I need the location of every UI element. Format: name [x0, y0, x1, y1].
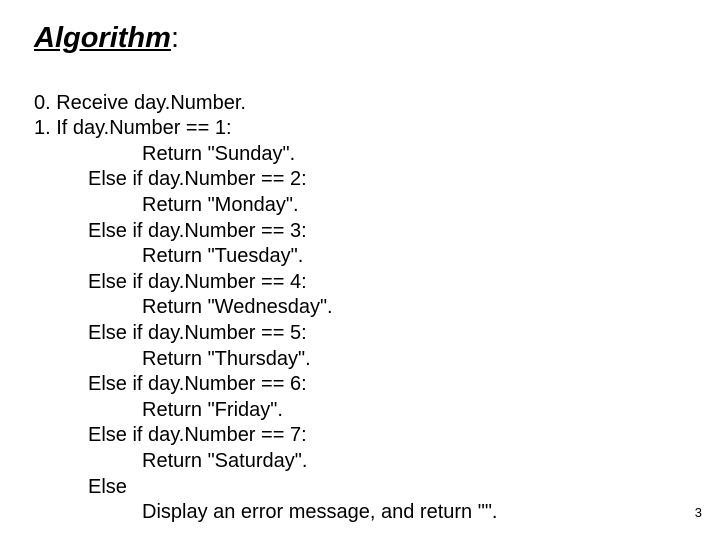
return-tuesday: Return "Tuesday". — [34, 244, 686, 270]
slide: Algorithm: 0. Receive day.Number. 1. If … — [0, 0, 720, 540]
elseif-4: Else if day.Number == 4: — [34, 270, 686, 296]
return-sunday: Return "Sunday". — [34, 142, 686, 168]
elseif-2: Else if day.Number == 2: — [34, 167, 686, 193]
return-friday: Return "Friday". — [34, 398, 686, 424]
title-colon: : — [171, 22, 179, 54]
step-0: 0. Receive day.Number. — [34, 92, 246, 114]
elseif-3: Else if day.Number == 3: — [34, 219, 686, 245]
return-saturday: Return "Saturday". — [34, 449, 686, 475]
elseif-7: Else if day.Number == 7: — [34, 423, 686, 449]
elseif-5: Else if day.Number == 5: — [34, 321, 686, 347]
elseif-6: Else if day.Number == 6: — [34, 372, 686, 398]
slide-title: Algorithm — [34, 22, 171, 54]
return-wednesday: Return "Wednesday". — [34, 295, 686, 321]
display-error: Display an error message, and return "". — [34, 500, 686, 526]
step-1-if: 1. If day.Number == 1: — [34, 117, 232, 139]
else: Else — [34, 475, 686, 501]
title-row: Algorithm: — [34, 22, 686, 55]
return-thursday: Return "Thursday". — [34, 347, 686, 373]
return-monday: Return "Monday". — [34, 193, 686, 219]
page-number: 3 — [695, 505, 702, 520]
algorithm-body: 0. Receive day.Number. 1. If day.Number … — [34, 65, 686, 526]
